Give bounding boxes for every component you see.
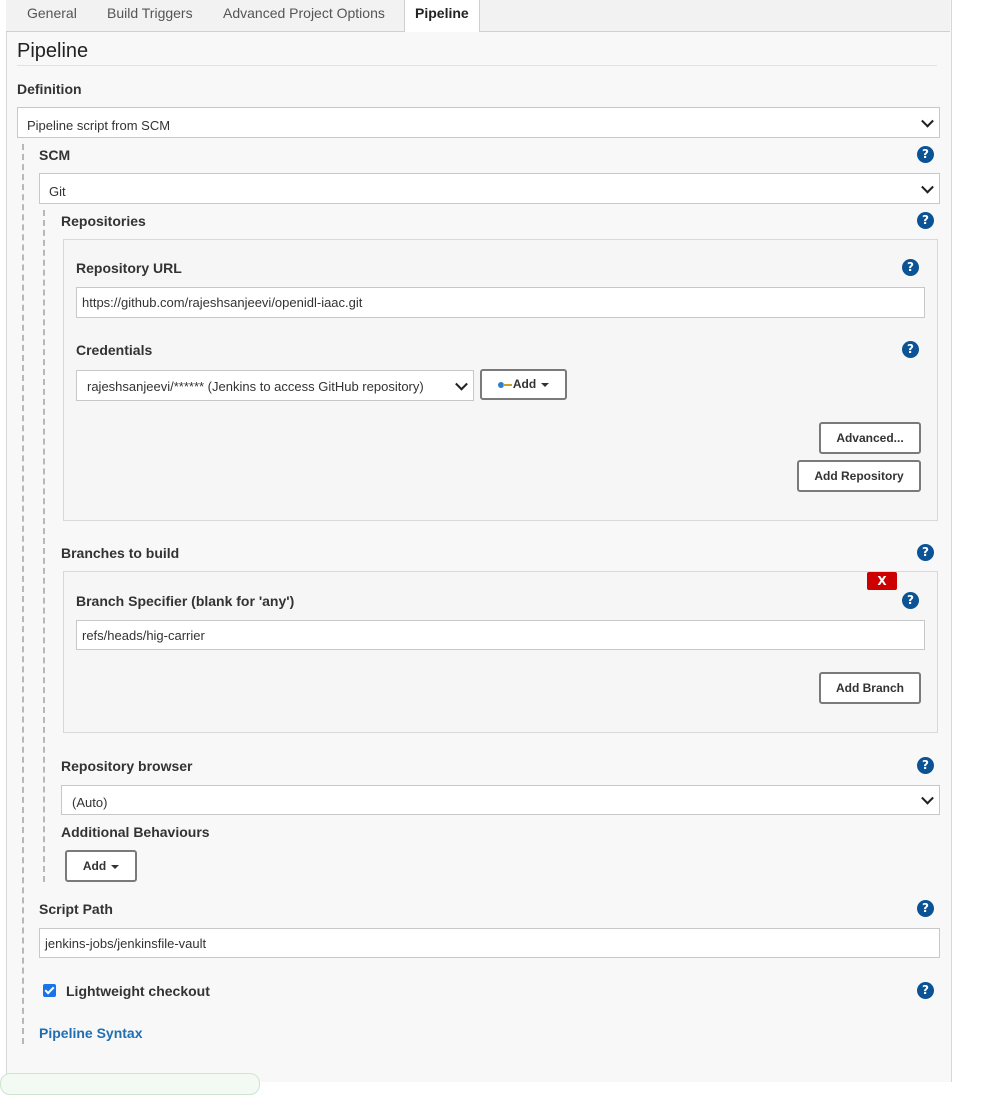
script-path-help-icon[interactable]: ? bbox=[917, 900, 934, 917]
tab-advanced-project-options[interactable]: Advanced Project Options bbox=[213, 0, 395, 31]
scm-label: SCM bbox=[39, 147, 71, 163]
nesting-guide bbox=[22, 144, 24, 1044]
repository-browser-label: Repository browser bbox=[61, 758, 193, 774]
repository-browser-help-icon[interactable]: ? bbox=[917, 757, 934, 774]
add-behaviour-label: Add bbox=[82, 859, 107, 873]
branch-specifier-label: Branch Specifier (blank for 'any') bbox=[76, 593, 295, 609]
branches-help-icon[interactable]: ? bbox=[917, 544, 934, 561]
caret-down-icon bbox=[111, 864, 120, 869]
credentials-select-value: rajeshsanjeevi/****** (Jenkins to access… bbox=[87, 379, 424, 394]
delete-branch-button[interactable]: X bbox=[867, 572, 897, 590]
definition-label: Definition bbox=[17, 81, 82, 97]
scm-select-value: Git bbox=[49, 184, 66, 199]
tab-general[interactable]: General bbox=[17, 0, 87, 31]
lightweight-checkout-label: Lightweight checkout bbox=[66, 983, 210, 999]
scm-nesting-guide bbox=[43, 210, 45, 882]
scm-select[interactable]: Git bbox=[39, 173, 940, 204]
lightweight-checkout-checkbox[interactable] bbox=[43, 984, 56, 997]
add-branch-button[interactable]: Add Branch bbox=[819, 672, 921, 704]
pipeline-syntax-link[interactable]: Pipeline Syntax bbox=[39, 1025, 142, 1041]
credentials-label: Credentials bbox=[76, 342, 153, 358]
branch-specifier-value: refs/heads/hig-carrier bbox=[82, 628, 205, 643]
section-title: Pipeline bbox=[17, 40, 89, 62]
status-bubble bbox=[0, 1073, 260, 1095]
chevron-down-icon bbox=[921, 114, 934, 128]
additional-behaviours-label: Additional Behaviours bbox=[61, 824, 210, 840]
tab-bar: General Build Triggers Advanced Project … bbox=[6, 0, 950, 32]
chevron-down-icon bbox=[921, 791, 934, 805]
tab-pipeline[interactable]: Pipeline bbox=[404, 0, 480, 32]
script-path-label: Script Path bbox=[39, 901, 113, 917]
chevron-down-icon bbox=[921, 180, 934, 194]
tab-build-triggers[interactable]: Build Triggers bbox=[97, 0, 203, 31]
repository-browser-select[interactable]: (Auto) bbox=[61, 785, 940, 815]
repositories-label: Repositories bbox=[61, 213, 146, 229]
lightweight-checkout-help-icon[interactable]: ? bbox=[917, 982, 934, 999]
chevron-down-icon bbox=[455, 377, 468, 391]
config-frame bbox=[6, 0, 952, 1082]
key-icon bbox=[497, 381, 512, 388]
definition-select[interactable]: Pipeline script from SCM bbox=[17, 107, 940, 138]
repository-url-value: https://github.com/rajeshsanjeevi/openid… bbox=[82, 295, 363, 310]
add-credentials-label: Add bbox=[512, 377, 537, 391]
advanced-button[interactable]: Advanced... bbox=[819, 422, 921, 454]
branches-to-build-label: Branches to build bbox=[61, 545, 180, 561]
repository-url-help-icon[interactable]: ? bbox=[902, 259, 919, 276]
repository-url-label: Repository URL bbox=[76, 260, 182, 276]
branch-specifier-help-icon[interactable]: ? bbox=[902, 592, 919, 609]
repositories-help-icon[interactable]: ? bbox=[917, 212, 934, 229]
definition-select-value: Pipeline script from SCM bbox=[27, 118, 171, 133]
credentials-select[interactable]: rajeshsanjeevi/****** (Jenkins to access… bbox=[76, 370, 474, 401]
script-path-input[interactable]: jenkins-jobs/jenkinsfile-vault bbox=[39, 928, 940, 958]
add-credentials-button[interactable]: Add bbox=[480, 369, 567, 400]
repository-url-input[interactable]: https://github.com/rajeshsanjeevi/openid… bbox=[76, 287, 925, 318]
add-repository-button[interactable]: Add Repository bbox=[797, 460, 921, 492]
repository-browser-select-value: (Auto) bbox=[72, 795, 108, 810]
script-path-value: jenkins-jobs/jenkinsfile-vault bbox=[45, 936, 207, 951]
branch-specifier-input[interactable]: refs/heads/hig-carrier bbox=[76, 620, 925, 650]
scm-help-icon[interactable]: ? bbox=[917, 146, 934, 163]
credentials-help-icon[interactable]: ? bbox=[902, 341, 919, 358]
section-divider bbox=[17, 65, 937, 66]
add-behaviour-button[interactable]: Add bbox=[65, 850, 137, 882]
caret-down-icon bbox=[541, 382, 550, 387]
